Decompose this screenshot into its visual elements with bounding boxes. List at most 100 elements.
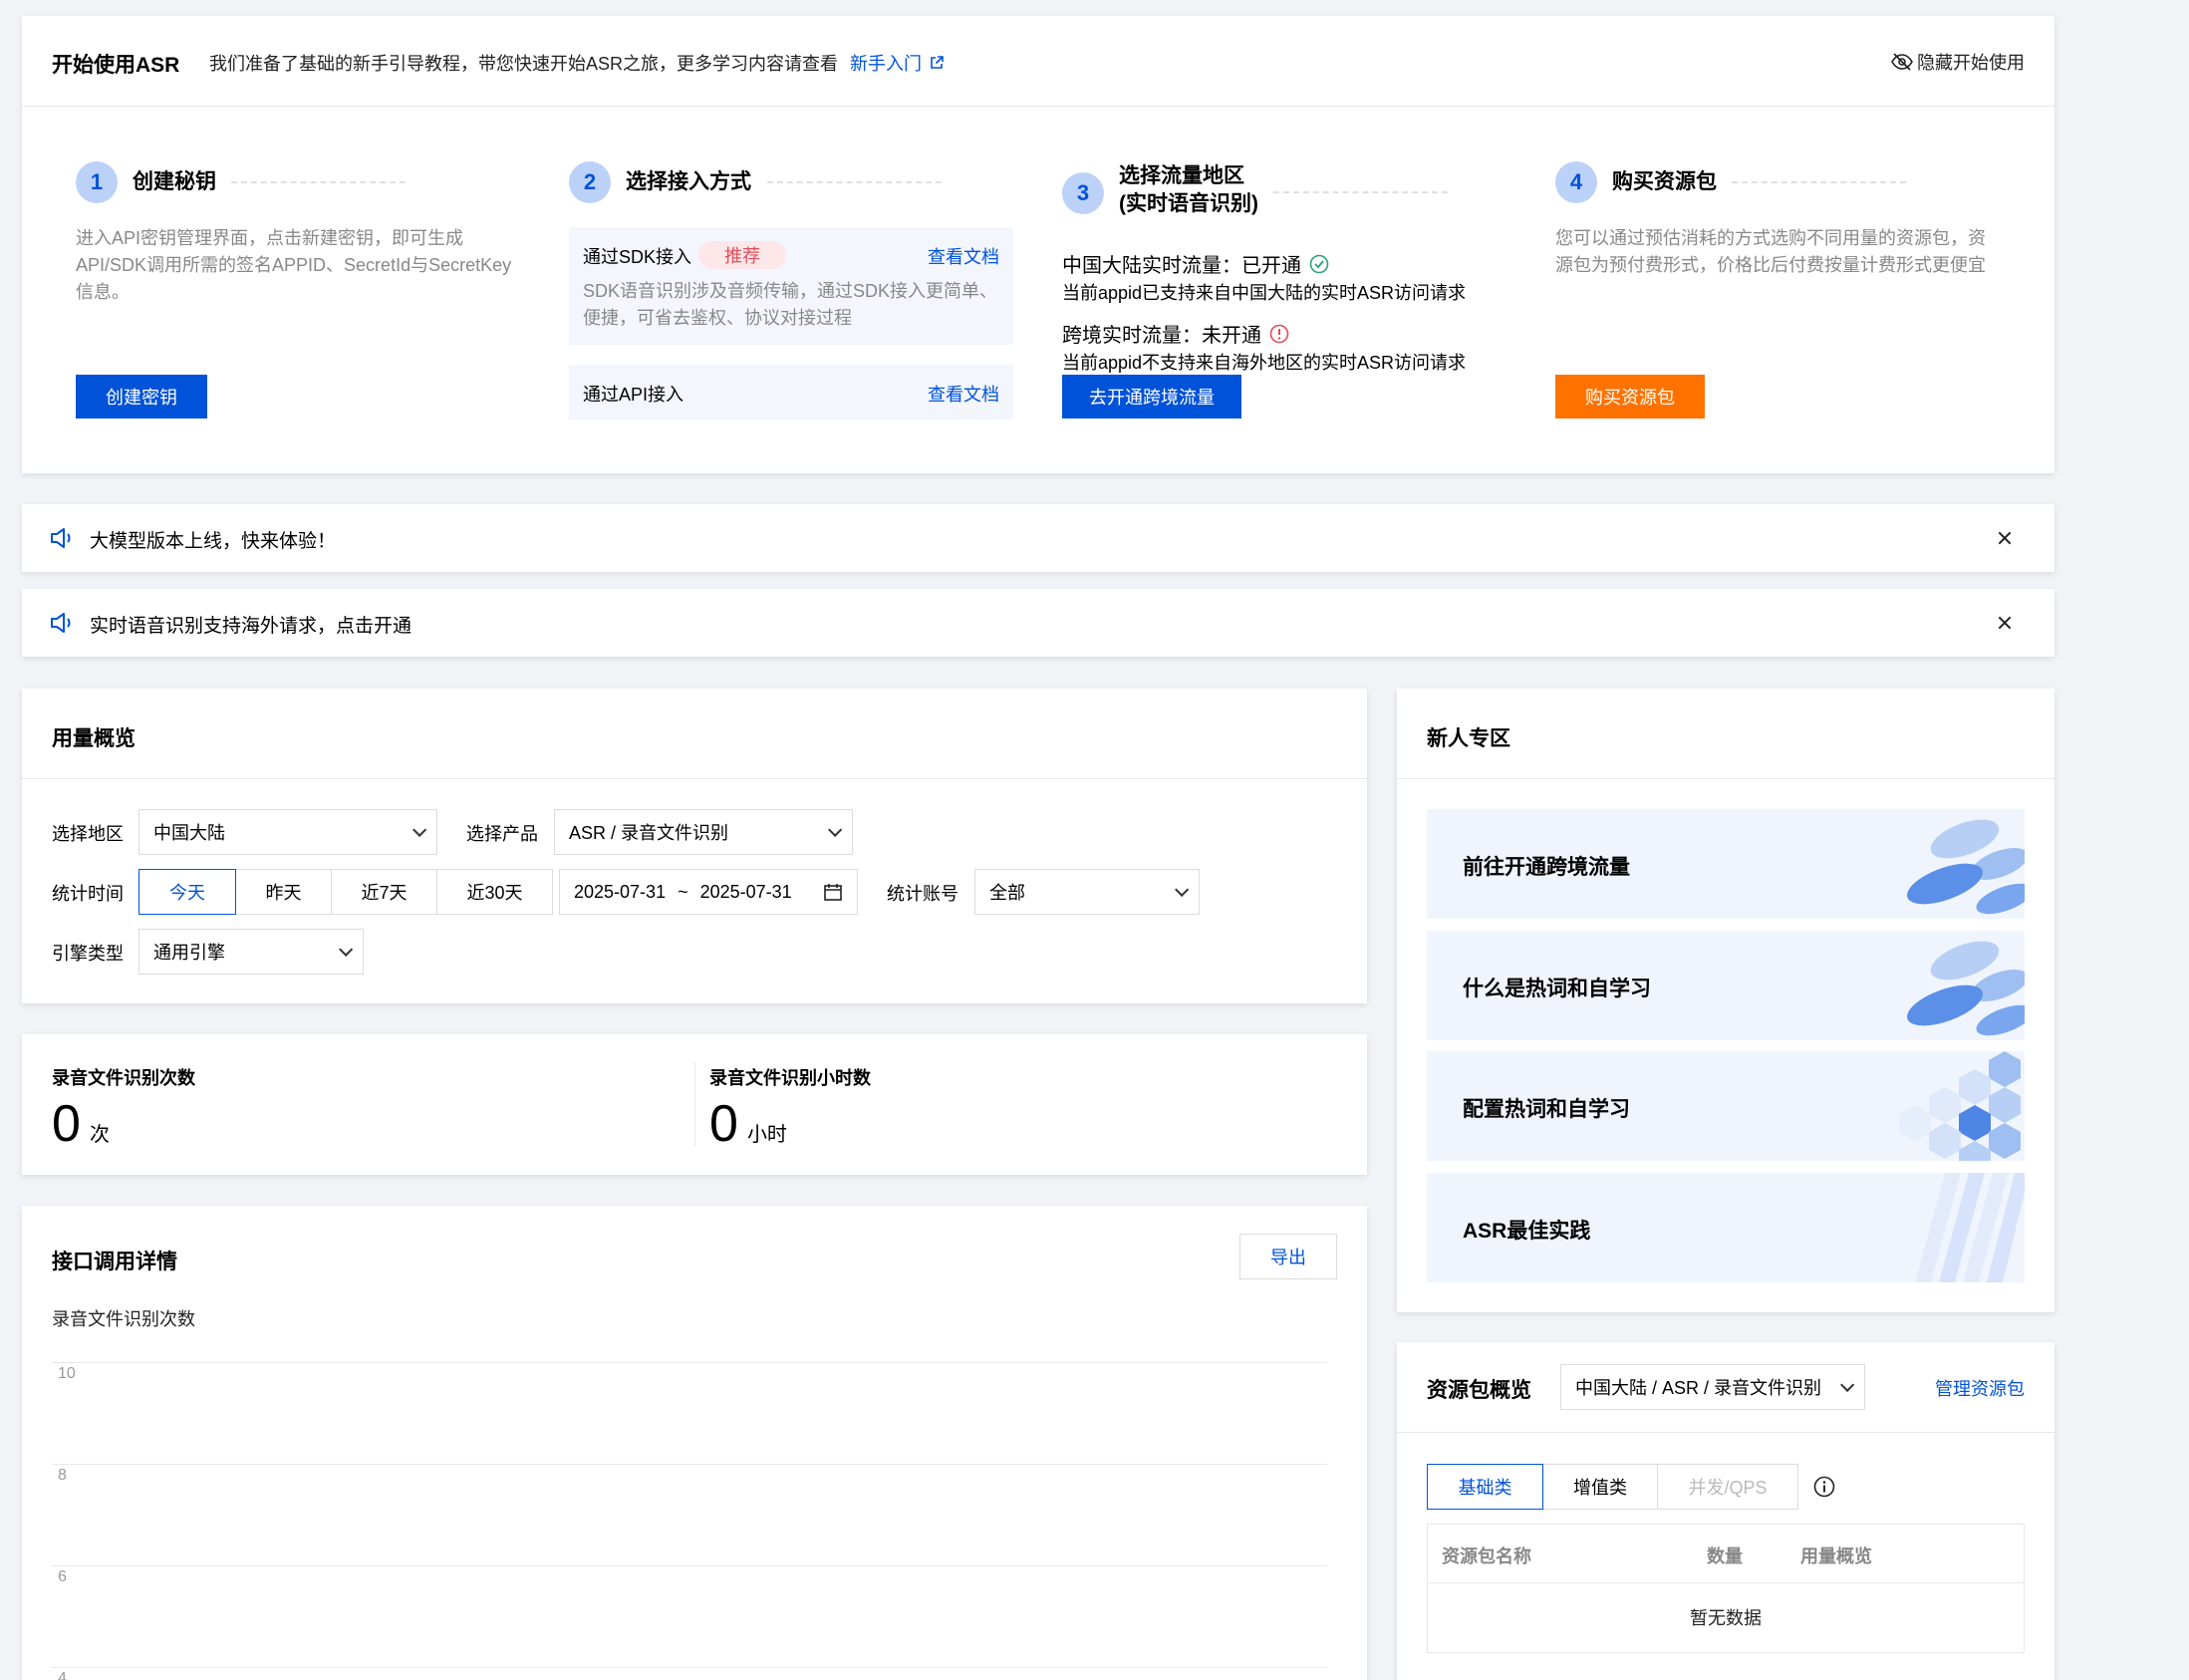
coins-illustration-icon <box>1907 819 2025 915</box>
getting-started-divider <box>22 106 2054 107</box>
promo-hotwords-config[interactable]: 配置热词和自学习 <box>1427 1051 2025 1161</box>
account-label: 统计账号 <box>887 884 958 904</box>
region-label: 选择地区 <box>52 824 124 844</box>
date-separator: ~ <box>678 881 688 902</box>
product-value: ASR / 录音文件识别 <box>569 823 729 843</box>
stat-count-value: 0 <box>52 1095 81 1153</box>
stats-card: 录音文件识别次数 0 次 录音文件识别小时数 0 小时 <box>22 1034 1367 1175</box>
chevron-down-icon <box>412 822 427 837</box>
resource-scope-select[interactable]: 中国大陆 / ASR / 录音文件识别 <box>1560 1364 1865 1410</box>
tab-concurrency-qps[interactable]: 并发/QPS <box>1657 1464 1798 1510</box>
step-1-desc-line-1: 进入API密钥管理界面，点击新建密钥，即可生成 <box>76 228 464 248</box>
close-icon[interactable] <box>1995 613 2015 633</box>
step-1-title: 创建秘钥 <box>133 170 216 193</box>
step-4-title: 购买资源包 <box>1612 170 1717 193</box>
manage-packages-link[interactable]: 管理资源包 <box>1935 1375 2025 1401</box>
chart-title: 录音文件识别次数 <box>52 1309 195 1329</box>
enable-cross-border-button[interactable]: 去开通跨境流量 <box>1062 375 1241 419</box>
create-key-button[interactable]: 创建密钥 <box>76 375 207 419</box>
date-start: 2025-07-31 <box>574 881 667 902</box>
product-select[interactable]: ASR / 录音文件识别 <box>554 809 853 855</box>
engine-select[interactable]: 通用引擎 <box>138 929 364 975</box>
step-4-desc: 您可以通过预估消耗的方式选购不同用量的资源包，资 源包为预付费形式，价格比后付费… <box>1555 225 1986 279</box>
beginner-guide-label: 新手入门 <box>850 54 922 74</box>
eye-off-icon <box>1891 53 1913 71</box>
speaker-icon <box>51 528 71 548</box>
stat-count-value-row: 0 次 <box>52 1094 195 1154</box>
mainland-traffic-status: 中国大陆实时流量：已开通 <box>1062 249 1329 278</box>
usage-overview-card: 用量概览 选择地区 中国大陆 选择产品 ASR / 录音文件识别 统计时间 今天… <box>22 689 1367 1003</box>
step-2-title: 选择接入方式 <box>626 170 751 193</box>
y-tick-4: 4 <box>58 1670 67 1680</box>
hexagon-illustration-icon <box>1899 1051 2021 1161</box>
api-doc-link[interactable]: 查看文档 <box>928 381 999 407</box>
notice-bar-1[interactable]: 大模型版本上线，快来体验！ <box>22 504 2054 572</box>
resource-table-empty: 暂无数据 <box>1690 1608 1762 1628</box>
region-select[interactable]: 中国大陆 <box>138 809 437 855</box>
time-today[interactable]: 今天 <box>138 869 236 915</box>
account-select[interactable]: 全部 <box>974 869 1200 915</box>
promo-best-practice[interactable]: ASR最佳实践 <box>1427 1173 2025 1282</box>
resource-overview-card: 资源包概览 中国大陆 / ASR / 录音文件识别 管理资源包 基础类 增值类 … <box>1397 1342 2054 1680</box>
mainland-traffic-desc: 当前appid已支持来自中国大陆的实时ASR访问请求 <box>1062 283 1467 303</box>
chevron-down-icon <box>1840 1377 1855 1392</box>
stat-hours: 录音文件识别小时数 0 小时 <box>709 1064 871 1154</box>
grid-line-8 <box>52 1464 1327 1465</box>
hide-getting-started-button[interactable]: 隐藏开始使用 <box>1891 49 2025 75</box>
notice-bar-2[interactable]: 实时语音识别支持海外请求，点击开通 <box>22 589 2054 657</box>
hide-getting-started-label: 隐藏开始使用 <box>1917 53 2025 73</box>
api-detail-title: 接口调用详情 <box>52 1251 177 1273</box>
tab-value-added[interactable]: 增值类 <box>1542 1464 1658 1510</box>
chevron-down-icon <box>828 822 843 837</box>
promo-cross-border[interactable]: 前往开通跨境流量 <box>1427 809 2025 919</box>
step-4-desc-line-1: 您可以通过预估消耗的方式选购不同用量的资源包，资 <box>1555 228 1986 248</box>
step-4-number: 4 <box>1555 161 1597 203</box>
usage-overview-title: 用量概览 <box>52 727 136 750</box>
step-1-desc-line-3: 信息。 <box>76 282 130 302</box>
time-label: 统计时间 <box>52 884 124 904</box>
api-access-label: 通过API接入 <box>583 385 684 405</box>
buy-package-button[interactable]: 购买资源包 <box>1555 375 1705 419</box>
error-circle-icon <box>1269 324 1289 343</box>
sdk-desc-line-2: 便捷，可省去鉴权、协议对接过程 <box>583 308 852 328</box>
speaker-icon <box>51 613 71 633</box>
stat-hours-value-row: 0 小时 <box>709 1094 871 1154</box>
sdk-doc-link[interactable]: 查看文档 <box>928 243 999 269</box>
step-4-dash <box>1732 181 1906 183</box>
engine-value: 通用引擎 <box>153 943 225 963</box>
export-button[interactable]: 导出 <box>1239 1234 1337 1279</box>
tab-basic[interactable]: 基础类 <box>1427 1464 1543 1510</box>
cross-border-traffic-status: 跨境实时流量：未开通 <box>1062 319 1289 348</box>
recommended-tag: 推荐 <box>698 241 786 269</box>
info-icon[interactable] <box>1813 1476 1835 1498</box>
beginner-guide-link[interactable]: 新手入门 <box>850 50 944 76</box>
time-7days[interactable]: 近7天 <box>331 869 437 915</box>
promo-hotwords-intro[interactable]: 什么是热词和自学习 <box>1427 931 2025 1040</box>
stat-hours-label: 录音文件识别小时数 <box>709 1068 871 1088</box>
sdk-access-label: 通过SDK接入 <box>583 247 692 267</box>
stats-divider <box>694 1062 695 1146</box>
sdk-access-option[interactable]: 通过SDK接入 推荐 查看文档 SDK语音识别涉及音频传输，通过SDK接入更简单… <box>569 227 1013 345</box>
getting-started-desc: 我们准备了基础的新手引导教程，带您快速开始ASR之旅，更多学习内容请查看 <box>209 54 839 74</box>
stripes-illustration-icon <box>1915 1173 2025 1282</box>
mainland-traffic-label: 中国大陆实时流量：已开通 <box>1062 255 1301 277</box>
coins-illustration-icon <box>1907 941 2025 1036</box>
engine-label: 引擎类型 <box>52 944 124 964</box>
col-quantity: 数量 <box>1707 1546 1743 1566</box>
notice-1-text: 大模型版本上线，快来体验！ <box>90 531 337 552</box>
close-icon[interactable] <box>1995 528 2015 548</box>
col-package-name: 资源包名称 <box>1442 1546 1531 1566</box>
newbie-zone-title: 新人专区 <box>1427 727 1510 750</box>
api-detail-card: 接口调用详情 导出 录音文件识别次数 10 8 6 4 <box>22 1206 1367 1680</box>
promo-hotwords-intro-label: 什么是热词和自学习 <box>1463 978 1651 1000</box>
date-range-picker[interactable]: 2025-07-31 ~ 2025-07-31 <box>559 869 858 915</box>
grid-line-10 <box>52 1362 1327 1363</box>
calendar-icon <box>824 884 842 901</box>
time-30days[interactable]: 近30天 <box>436 869 553 915</box>
api-access-option[interactable]: 通过API接入 查看文档 <box>569 365 1013 420</box>
promo-cross-border-label: 前往开通跨境流量 <box>1463 856 1630 879</box>
region-value: 中国大陆 <box>153 823 225 843</box>
time-yesterday[interactable]: 昨天 <box>235 869 332 915</box>
y-tick-6: 6 <box>58 1568 67 1585</box>
cross-border-traffic-label: 跨境实时流量：未开通 <box>1062 325 1261 347</box>
